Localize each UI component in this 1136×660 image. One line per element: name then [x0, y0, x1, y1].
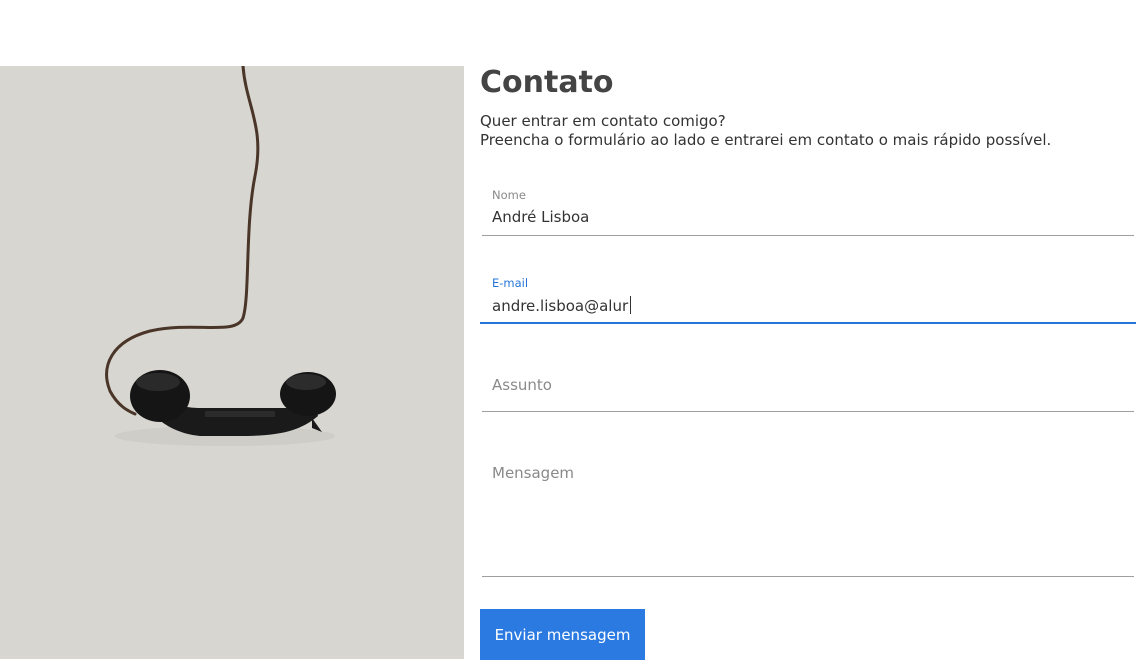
intro-line-2: Preencha o formulário ao lado e entrarei… — [480, 131, 1052, 149]
email-field-value-wrapper: andre.lisboa@alur — [492, 296, 632, 315]
intro-line-1: Quer entrar em contato comigo? — [480, 112, 726, 130]
subject-field-placeholder: Assunto — [492, 376, 552, 394]
subject-field[interactable]: Assunto — [482, 360, 1134, 412]
contact-section: Contato Quer entrar em contato comigo? P… — [480, 65, 1136, 660]
telephone-illustration — [105, 66, 336, 446]
name-field[interactable]: Nome André Lisboa — [482, 184, 1134, 236]
email-field-label: E-mail — [492, 276, 529, 290]
contact-page: Contato Quer entrar em contato comigo? P… — [0, 0, 1136, 660]
send-message-button[interactable]: Enviar mensagem — [480, 609, 645, 660]
text-caret — [630, 296, 632, 314]
email-field[interactable]: E-mail andre.lisboa@alur — [480, 272, 1136, 324]
name-field-value: André Lisboa — [492, 208, 590, 226]
message-field[interactable]: Mensagem — [482, 448, 1134, 577]
email-field-value: andre.lisboa@alur — [492, 297, 629, 315]
name-field-label: Nome — [492, 188, 526, 202]
message-field-placeholder: Mensagem — [492, 464, 575, 482]
intro-text: Quer entrar em contato comigo? Preencha … — [480, 112, 1136, 150]
page-title: Contato — [480, 65, 614, 100]
telephone-photo — [0, 66, 464, 659]
